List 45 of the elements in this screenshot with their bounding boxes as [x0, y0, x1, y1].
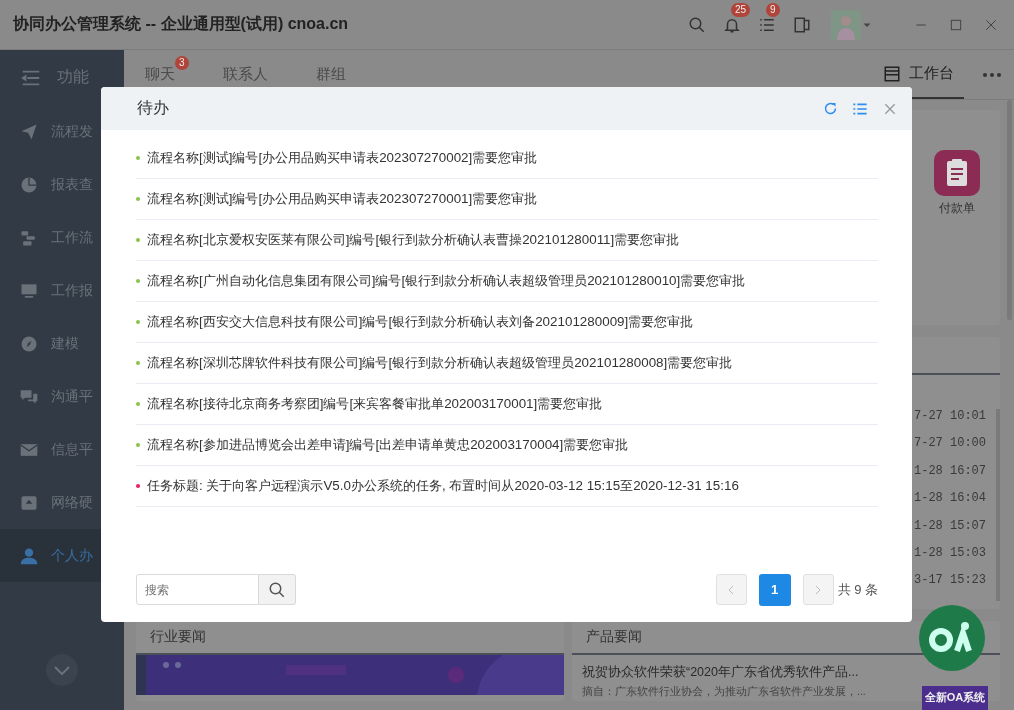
- card-title: 行业要闻: [150, 628, 206, 646]
- card-title: 产品要闻: [586, 628, 642, 646]
- news-headline[interactable]: 祝贺协众软件荣获“2020年广东省优秀软件产品...: [582, 664, 859, 681]
- notification-badge: 25: [731, 2, 751, 17]
- sidebar-item[interactable]: 建模: [0, 317, 124, 370]
- todo-item[interactable]: 任务标题: 关于向客户远程演示V5.0办公系统的任务, 布置时间从2020-03-12 15:15至2020-12-31 15:16: [147, 477, 739, 495]
- search-button[interactable]: [259, 574, 296, 605]
- timestamp: 1-28 15:03: [914, 545, 986, 562]
- timestamp: 7-27 10:00: [914, 436, 986, 453]
- page-button[interactable]: 1: [758, 573, 791, 606]
- promo-banner[interactable]: 全新OA系统: [922, 686, 988, 710]
- timestamp: 1-28 16:04: [914, 491, 986, 508]
- tab[interactable]: 聊天: [145, 65, 175, 82]
- search-field[interactable]: 搜索: [136, 574, 259, 605]
- calendar-icon: [883, 64, 901, 83]
- timestamp: 1-28 16:07: [914, 463, 986, 480]
- search-icon[interactable]: [687, 15, 706, 34]
- timestamp: 1-28 15:07: [914, 518, 986, 535]
- shortcut-label: 付款单: [939, 200, 975, 217]
- news-excerpt: 摘自：广东软件行业协会，为推动广东省软件产业发展，...: [582, 685, 866, 699]
- tab[interactable]: 联系人: [223, 65, 268, 82]
- total-count: 共 9 条: [837, 580, 878, 599]
- todo-item[interactable]: 流程名称[深圳芯牌软件科技有限公司]编号[银行到款分析确认表超级管理员202101280008]需要您审批: [147, 354, 733, 372]
- sidebar-header: 功能: [57, 67, 89, 87]
- tab[interactable]: 群组: [316, 65, 346, 82]
- timestamp: 7-27 10:01: [914, 409, 986, 425]
- todo-item[interactable]: 流程名称[广州自动化信息集团有限公司]编号[银行到款分析确认表超级管理员202101280010]需要您审批: [147, 272, 746, 290]
- timestamp: 3-17 15:23: [914, 573, 986, 590]
- book-icon[interactable]: [792, 15, 811, 34]
- floating-app-icon[interactable]: [919, 605, 985, 671]
- todo-item[interactable]: 流程名称[北京爱权安医莱有限公司]编号[银行到款分析确认表曹操202101280011]需要您审批: [147, 231, 680, 249]
- clipboard-icon[interactable]: [934, 150, 980, 196]
- refresh-icon[interactable]: [823, 101, 838, 116]
- search-icon[interactable]: [268, 580, 286, 599]
- scroll-down-icon[interactable]: [46, 654, 78, 686]
- todo-item[interactable]: 流程名称[接待北京商务考察团]编号[来宾客餐审批单202003170001]需要您审批: [147, 395, 603, 413]
- todo-item[interactable]: 流程名称[参加进品博览会出差申请]编号[出差申请单黄忠202003170004]需要您审批: [147, 436, 629, 454]
- dialog-title: 待办: [137, 98, 170, 118]
- todo-item[interactable]: 流程名称[测试]编号[办公用品购买申请表202307270001]需要您审批: [147, 190, 538, 208]
- todo-item[interactable]: 流程名称[西安交大信息科技有限公司]编号[银行到款分析确认表刘备202101280009]需要您审批: [147, 313, 694, 331]
- more-icon[interactable]: [982, 71, 1002, 78]
- task-badge: 9: [766, 2, 780, 17]
- todo-item[interactable]: 流程名称[测试]编号[办公用品购买申请表202307270002]需要您审批: [147, 149, 538, 167]
- window-title: 协同办公管理系统 -- 企业通用型(试用) cnoa.cn: [13, 14, 350, 34]
- unread-badge: 3: [175, 56, 189, 70]
